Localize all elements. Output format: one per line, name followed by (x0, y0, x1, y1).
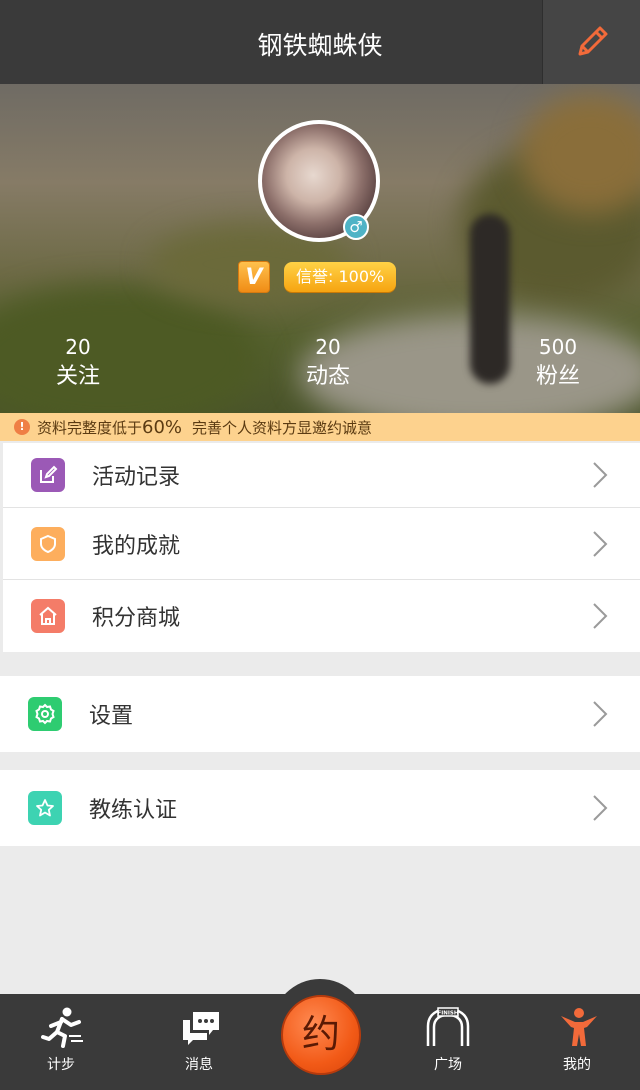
gear-icon (28, 697, 62, 731)
tab-label: 我的 (563, 1057, 591, 1073)
menu-item-label: 教练认证 (89, 798, 178, 823)
menu-group-settings: 设置 (0, 676, 640, 752)
tab-label: 计步 (47, 1057, 75, 1073)
menu-group-primary: 活动记录 我的成就 积分商城 (3, 443, 640, 652)
stat-fans[interactable]: 500 粉丝 (478, 334, 638, 394)
menu-item-label: 我的成就 (92, 533, 181, 559)
male-gender-icon: ♂ (343, 214, 369, 240)
chevron-right-icon (593, 462, 608, 488)
runner-icon (41, 1007, 83, 1048)
menu-item-points-mall[interactable]: 积分商城 (3, 580, 640, 652)
posts-count: 20 (315, 335, 341, 359)
chevron-right-icon (593, 795, 608, 821)
home-icon (31, 599, 65, 633)
tab-label: 广场 (434, 1057, 462, 1073)
chevron-right-icon (593, 530, 608, 557)
tab-square[interactable]: FINISH 广场 (384, 994, 512, 1090)
notice-percent: 60% (142, 416, 183, 438)
posts-label: 动态 (305, 364, 350, 389)
menu-item-settings[interactable]: 设置 (0, 676, 640, 752)
menu-item-achievements[interactable]: 我的成就 (3, 508, 640, 580)
tab-mine[interactable]: 我的 (513, 994, 640, 1090)
credit-badge: 信誉: 100% (284, 262, 397, 292)
following-label: 关注 (55, 364, 100, 389)
tab-label: 消息 (185, 1057, 213, 1073)
top-bar: 钢铁蜘蛛侠 (0, 0, 640, 84)
tab-messages[interactable]: 消息 (135, 994, 263, 1090)
following-count: 20 (65, 335, 91, 359)
shield-icon (31, 526, 65, 561)
vip-badge-icon: V (238, 261, 270, 293)
menu-item-activity-records[interactable]: 活动记录 (3, 443, 640, 508)
menu-item-coach-certification[interactable]: 教练认证 (0, 770, 640, 846)
menu-item-label: 积分商城 (92, 606, 181, 631)
profile-completeness-notice[interactable]: ! 资料完整度低于 60% 完善个人资料方显邀约诚意 (0, 413, 640, 441)
finish-arch-icon: FINISH (426, 1007, 470, 1046)
chevron-right-icon (593, 603, 608, 629)
star-icon (28, 791, 62, 825)
notice-prefix: 资料完整度低于 (37, 418, 143, 437)
menu-group-coach: 教练认证 (0, 770, 640, 846)
tab-pedometer[interactable]: 计步 (0, 994, 125, 1090)
fans-label: 粉丝 (535, 364, 580, 389)
menu-item-label: 设置 (89, 704, 134, 729)
chevron-right-icon (593, 701, 608, 727)
person-icon (561, 1008, 597, 1046)
chat-icon (183, 1012, 219, 1045)
profile-hero-banner: ♂ V 信誉: 100% 20 关注 20 动态 500 粉丝 (0, 84, 640, 413)
appointment-center-button[interactable]: 约 (281, 995, 361, 1075)
fans-count: 500 (538, 335, 578, 359)
pencil-icon (578, 26, 607, 56)
menu-item-label: 活动记录 (92, 465, 181, 490)
notice-suffix: 完善个人资料方显邀约诚意 (192, 418, 373, 437)
stat-following[interactable]: 20 关注 (0, 334, 158, 394)
stat-posts[interactable]: 20 动态 (248, 334, 408, 394)
edit-profile-button[interactable] (542, 0, 640, 84)
svg-text:FINISH: FINISH (437, 1011, 458, 1017)
warning-icon: ! (14, 419, 30, 435)
edit-icon (31, 458, 65, 492)
